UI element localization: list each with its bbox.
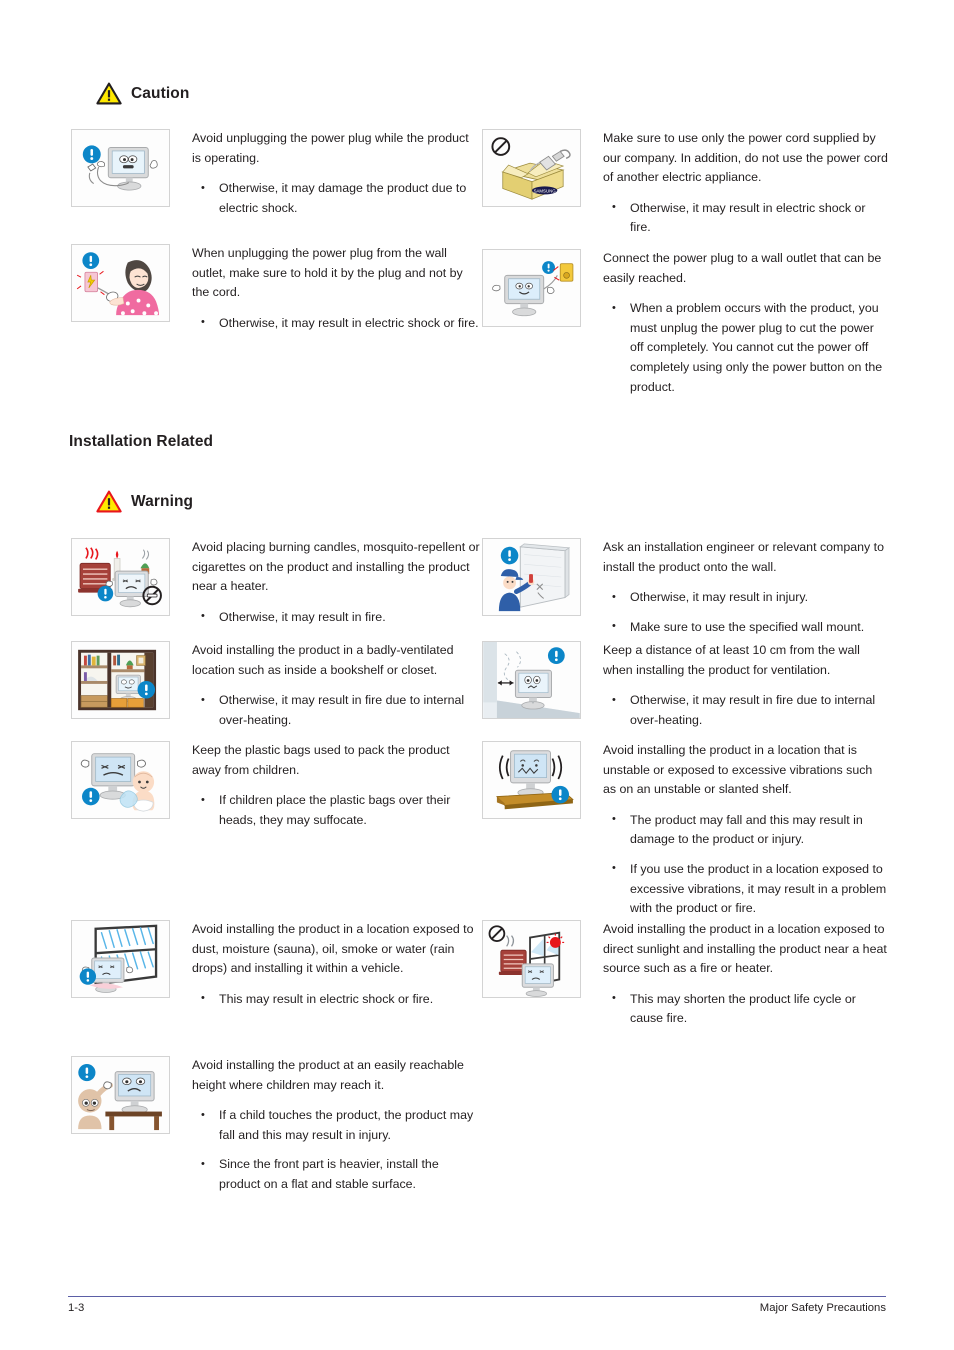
- bullet: Since the front part is heavier, install…: [192, 1155, 480, 1194]
- safety-item-lead: Keep a distance of at least 10 cm from t…: [603, 643, 860, 677]
- installer-wall-mount-illustration: [482, 538, 581, 616]
- safety-item-text: Avoid installing the product at an easil…: [192, 1056, 480, 1195]
- safety-item-lead: Avoid installing the product in a locati…: [603, 743, 873, 797]
- safety-item-lead: Connect the power plug to a wall outlet …: [603, 251, 882, 285]
- safety-item-lead: Avoid installing the product in a locati…: [603, 922, 887, 976]
- footer-chapter-title: Major Safety Precautions: [759, 1302, 886, 1314]
- safety-item-text: Avoid installing the product in a locati…: [192, 920, 480, 1009]
- bullet: Otherwise, it may damage the product due…: [192, 179, 480, 218]
- safety-item: Connect the power plug to a wall outlet …: [482, 249, 888, 397]
- safety-item-lead: Avoid unplugging the power plug while th…: [192, 131, 469, 165]
- safety-item: Avoid installing the product at an easil…: [71, 1056, 480, 1195]
- child-reaching-monitor-illustration: [71, 1056, 170, 1134]
- safety-item-lead: Make sure to use only the power cord sup…: [603, 131, 888, 185]
- safety-item: Ask an installation engineer or relevant…: [482, 538, 888, 637]
- safety-item-bullets: If children place the plastic bags over …: [192, 791, 480, 830]
- safety-item: Avoid installing the product in a locati…: [482, 741, 888, 919]
- safety-item-lead: Avoid installing the product at an easil…: [192, 1058, 464, 1092]
- bullet: Otherwise, it may result in fire.: [192, 607, 480, 628]
- monitor-wall-outlet-illustration: [482, 249, 581, 327]
- safety-item-text: Avoid installing the product in a locati…: [603, 741, 888, 919]
- monitor-vibration-shelf-illustration: [482, 741, 581, 819]
- safety-item: When unplugging the power plug from the …: [71, 244, 480, 333]
- safety-item-text: Connect the power plug to a wall outlet …: [603, 249, 888, 397]
- installation-related-title: Installation Related: [69, 433, 214, 450]
- safety-item-text: Avoid installing the product in a badly-…: [192, 641, 480, 730]
- safety-item-bullets: This may result in electric shock or fir…: [192, 989, 480, 1010]
- bullet: Otherwise, it may result in electric sho…: [192, 313, 480, 334]
- svg-text:SAMSUNG: SAMSUNG: [534, 188, 557, 193]
- warning-triangle-icon: [96, 490, 122, 513]
- bullet: This may shorten the product life cycle …: [603, 989, 888, 1029]
- warning-heading: Warning: [96, 490, 193, 513]
- safety-item-text: Avoid unplugging the power plug while th…: [192, 129, 480, 218]
- safety-item-lead: Avoid installing the product in a badly-…: [192, 643, 454, 677]
- safety-item-bullets: Otherwise, it may result in fire due to …: [192, 691, 480, 730]
- bullet: When a problem occurs with the product, …: [603, 299, 888, 397]
- footer-divider: [68, 1296, 886, 1297]
- safety-item-text: Keep the plastic bags used to pack the p…: [192, 741, 480, 830]
- safety-item: Keep a distance of at least 10 cm from t…: [482, 641, 888, 730]
- safety-item: Avoid unplugging the power plug while th…: [71, 129, 480, 218]
- safety-item: Avoid placing burning candles, mosquito-…: [71, 538, 480, 627]
- safety-item: SAMSUNG Make sure to use only the power …: [482, 129, 888, 238]
- caution-heading-label: Caution: [131, 84, 190, 102]
- bullet: If you use the product in a location exp…: [603, 859, 888, 919]
- safety-item: Avoid installing the product in a locati…: [482, 920, 888, 1029]
- warning-heading-label: Warning: [131, 492, 194, 510]
- safety-item-lead: Avoid placing burning candles, mosquito-…: [192, 540, 480, 594]
- woman-pulling-plug-illustration: [71, 244, 170, 322]
- monitor-wall-distance-illustration: [482, 641, 581, 719]
- bullet: Make sure to use the specified wall moun…: [603, 617, 888, 638]
- safety-item-text: Ask an installation engineer or relevant…: [603, 538, 888, 637]
- safety-item-bullets: The product may fall and this may result…: [603, 810, 888, 919]
- safety-item-bullets: Otherwise, it may result in electric sho…: [603, 198, 888, 238]
- baby-plastic-bag-illustration: [71, 741, 170, 819]
- safety-item-bullets: Otherwise, it may damage the product due…: [192, 179, 480, 218]
- safety-item-text: Keep a distance of at least 10 cm from t…: [603, 641, 888, 730]
- monitor-rain-window-illustration: [71, 920, 170, 998]
- safety-item: Keep the plastic bags used to pack the p…: [71, 741, 480, 830]
- safety-item-lead: Ask an installation engineer or relevant…: [603, 540, 885, 574]
- bullet: If children place the plastic bags over …: [192, 791, 480, 830]
- bullet: This may result in electric shock or fir…: [192, 989, 480, 1010]
- document-page: Caution Avoid unplugging the power plug …: [0, 0, 954, 1350]
- safety-item-lead: When unplugging the power plug from the …: [192, 246, 463, 300]
- safety-item-bullets: Otherwise, it may result in electric sho…: [192, 313, 480, 334]
- prohibited-box-power-cord-illustration: SAMSUNG: [482, 129, 581, 207]
- bookshelf-monitor-illustration: [71, 641, 170, 719]
- bullet: Otherwise, it may result in injury.: [603, 588, 888, 608]
- safety-item-bullets: This may shorten the product life cycle …: [603, 989, 888, 1029]
- safety-item-lead: Avoid installing the product in a locati…: [192, 922, 474, 976]
- safety-item-text: When unplugging the power plug from the …: [192, 244, 480, 333]
- caution-heading: Caution: [96, 82, 189, 105]
- caution-triangle-icon: [96, 82, 122, 105]
- safety-item-bullets: If a child touches the product, the prod…: [192, 1106, 480, 1194]
- bullet: Otherwise, it may result in electric sho…: [603, 198, 888, 238]
- bullet: Otherwise, it may result in fire due to …: [192, 691, 480, 730]
- bullet: If a child touches the product, the prod…: [192, 1106, 480, 1145]
- sunlight-heater-monitor-illustration: [482, 920, 581, 998]
- bullet: Otherwise, it may result in fire due to …: [603, 691, 888, 730]
- safety-item: Avoid installing the product in a locati…: [71, 920, 480, 1009]
- footer-page-number: 1-3: [68, 1302, 85, 1314]
- safety-item-text: Make sure to use only the power cord sup…: [603, 129, 888, 238]
- bullet: The product may fall and this may result…: [603, 810, 888, 850]
- safety-item-bullets: Otherwise, it may result in fire due to …: [603, 691, 888, 730]
- safety-item-bullets: Otherwise, it may result in injury. Make…: [603, 588, 888, 637]
- heater-candle-cigarette-illustration: [71, 538, 170, 616]
- safety-item-text: Avoid installing the product in a locati…: [603, 920, 888, 1029]
- safety-item-bullets: When a problem occurs with the product, …: [603, 299, 888, 397]
- safety-item-bullets: Otherwise, it may result in fire.: [192, 607, 480, 628]
- safety-item: Avoid installing the product in a badly-…: [71, 641, 480, 730]
- safety-item-lead: Keep the plastic bags used to pack the p…: [192, 743, 450, 777]
- safety-item-text: Avoid placing burning candles, mosquito-…: [192, 538, 480, 627]
- monitor-unplug-warning-illustration: [71, 129, 170, 207]
